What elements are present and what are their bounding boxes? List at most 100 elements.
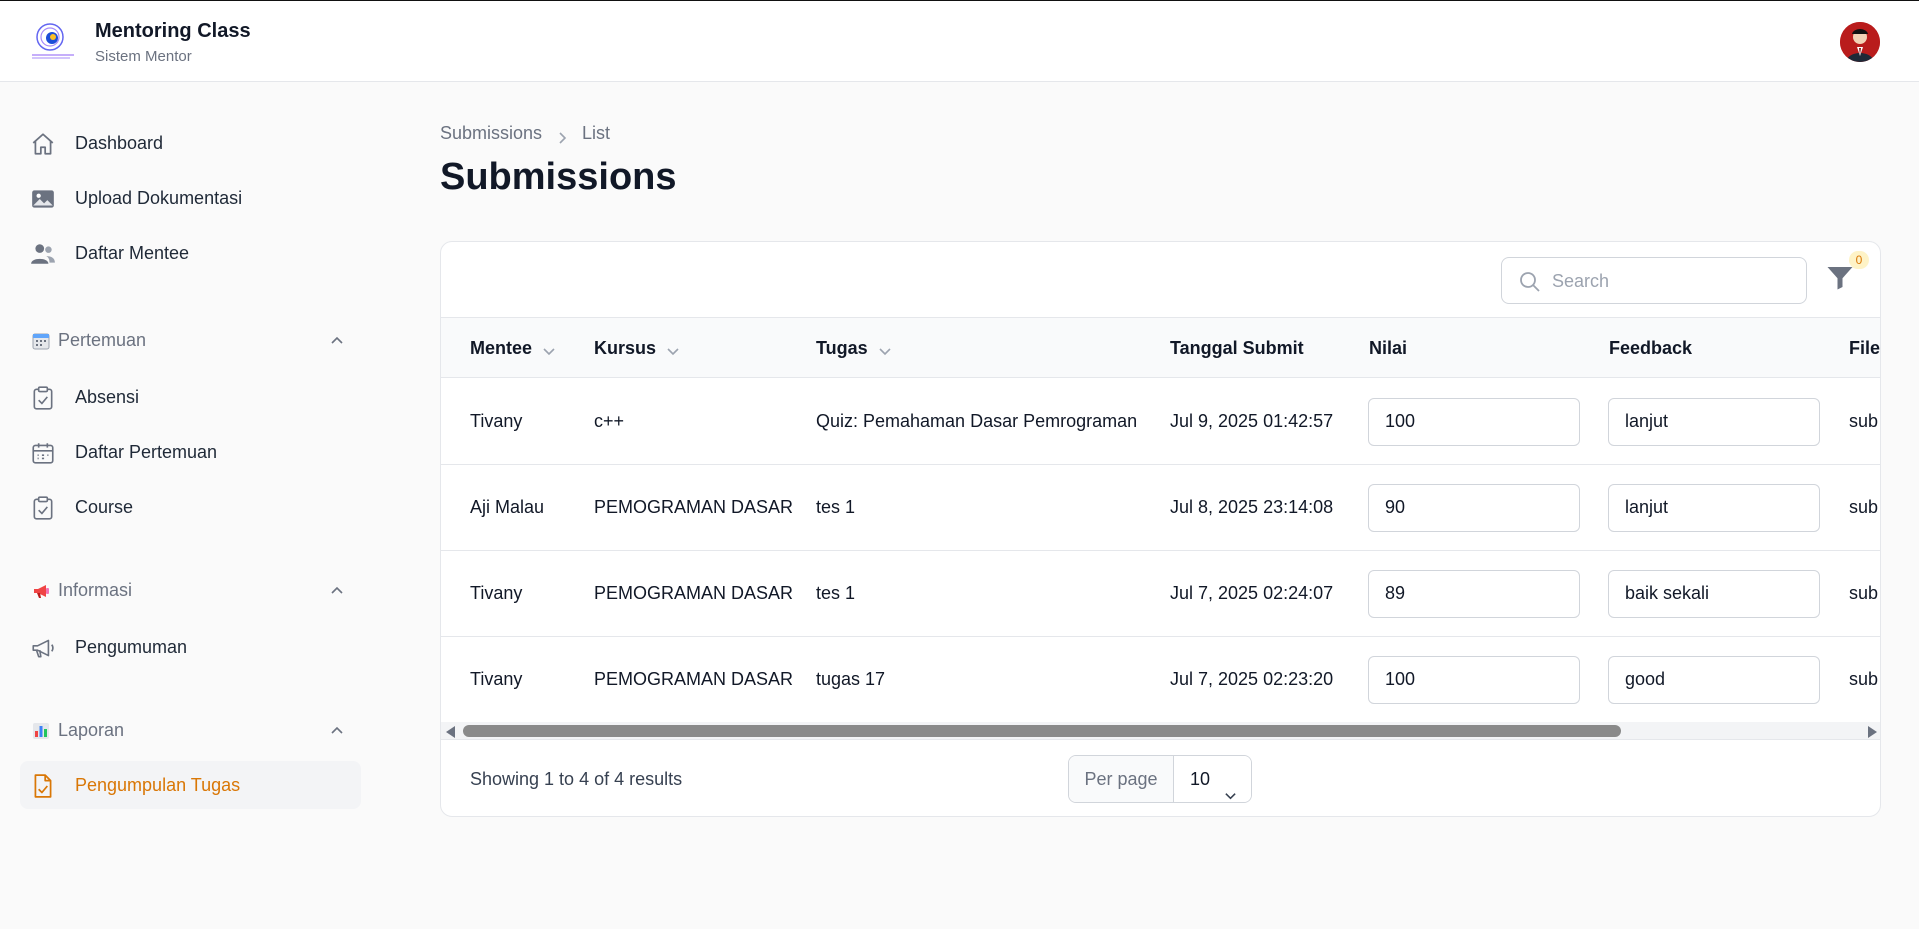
sidebar-item-pengumpulan-tugas[interactable]: Pengumpulan Tugas xyxy=(20,761,361,809)
cell-kursus: PEMOGRAMAN DASAR xyxy=(594,497,794,517)
cell-kursus: PEMOGRAMAN DASAR xyxy=(594,583,794,603)
sidebar-item-label: Pengumpulan Tugas xyxy=(75,775,241,795)
nilai-input[interactable]: 89 xyxy=(1368,570,1580,618)
cell-mentee: Tivany xyxy=(470,411,523,431)
scrollbar-thumb[interactable] xyxy=(463,725,1621,737)
column-header-kursus[interactable]: Kursus xyxy=(594,338,680,359)
cell-kursus: c++ xyxy=(594,411,625,431)
sidebar-item-upload-dokumentasi[interactable]: Upload Dokumentasi xyxy=(20,174,361,222)
app-title: Mentoring Class xyxy=(95,20,251,42)
cell-tugas: tes 1 xyxy=(816,497,856,517)
sidebar-group-informasi[interactable]: Informasi xyxy=(30,579,350,603)
search-field[interactable] xyxy=(1501,257,1807,304)
cell-file[interactable]: sub xyxy=(1849,411,1878,432)
chevron-up-icon[interactable] xyxy=(330,334,344,348)
cell-tugas: Quiz: Pemahaman Dasar Pemrograman xyxy=(816,411,1138,431)
cell-tanggal-submit: Jul 9, 2025 01:42:57 xyxy=(1170,411,1334,431)
breadcrumb-current: List xyxy=(582,123,611,143)
search-input[interactable] xyxy=(1552,268,1792,294)
sidebar-item-label: Daftar Pertemuan xyxy=(75,442,218,462)
sidebar-group-laporan[interactable]: Laporan xyxy=(30,719,350,743)
page-title: Submissions xyxy=(440,156,677,198)
sidebar-item-daftar-pertemuan[interactable]: Daftar Pertemuan xyxy=(20,428,361,476)
feedback-input[interactable]: lanjut xyxy=(1608,484,1820,532)
calendar-emoji-icon xyxy=(32,332,50,350)
scroll-right-icon[interactable] xyxy=(1868,726,1877,738)
sidebar-group-pertemuan[interactable]: Pertemuan xyxy=(30,329,350,353)
sidebar-item-pengumuman[interactable]: Pengumuman xyxy=(20,623,361,671)
scroll-left-icon[interactable] xyxy=(446,726,455,738)
horizontal-scrollbar[interactable] xyxy=(441,722,1880,740)
column-header-tanggal-submit: Tanggal Submit xyxy=(1170,338,1304,359)
table-header: Mentee Kursus Tugas Tanggal Submit Nilai… xyxy=(441,317,1881,378)
table-row[interactable]: Tivany PEMOGRAMAN DASAR tes 1 Jul 7, 202… xyxy=(441,551,1880,637)
breadcrumb-link[interactable]: Submissions xyxy=(440,123,542,144)
top-bar: Mentoring Class Sistem Mentor xyxy=(0,0,1919,82)
megaphone-emoji-icon xyxy=(32,582,50,600)
column-label: Feedback xyxy=(1609,338,1693,358)
app-subtitle: Sistem Mentor xyxy=(95,48,192,65)
cell-tanggal-submit: Jul 8, 2025 23:14:08 xyxy=(1170,497,1334,517)
calendar-icon xyxy=(30,440,56,466)
sidebar-item-dashboard[interactable]: Dashboard xyxy=(20,119,361,167)
chevron-up-icon[interactable] xyxy=(330,724,344,738)
cell-file[interactable]: sub xyxy=(1849,497,1878,518)
chevron-down-icon xyxy=(878,342,892,356)
feedback-input[interactable]: good xyxy=(1608,656,1820,704)
cell-mentee: Tivany xyxy=(470,669,523,689)
clipboard-check-icon xyxy=(30,385,56,411)
cell-tugas: tugas 17 xyxy=(816,669,886,689)
chevron-down-icon xyxy=(1224,773,1237,800)
table-row[interactable]: Aji Malau PEMOGRAMAN DASAR tes 1 Jul 8, … xyxy=(441,465,1880,551)
per-page-label: Per page xyxy=(1069,756,1174,802)
sidebar-item-label: Daftar Mentee xyxy=(75,243,190,263)
sidebar-item-label: Dashboard xyxy=(75,133,164,153)
sidebar-group-label: Pertemuan xyxy=(58,330,147,350)
column-header-mentee[interactable]: Mentee xyxy=(470,338,556,359)
search-icon xyxy=(1519,271,1541,293)
filter-count-badge: 0 xyxy=(1849,251,1869,269)
clipboard-check-icon xyxy=(30,495,56,521)
nilai-input[interactable]: 100 xyxy=(1368,398,1580,446)
nilai-input[interactable]: 100 xyxy=(1368,656,1580,704)
cell-mentee: Aji Malau xyxy=(470,497,545,517)
sidebar-item-label: Upload Dokumentasi xyxy=(75,188,243,208)
user-avatar[interactable] xyxy=(1840,22,1880,62)
table-row[interactable]: Tivany c++ Quiz: Pemahaman Dasar Pemrogr… xyxy=(441,379,1880,465)
per-page-dropdown[interactable]: 10 xyxy=(1174,756,1251,802)
cell-kursus: PEMOGRAMAN DASAR xyxy=(594,669,794,689)
feedback-input[interactable]: baik sekali xyxy=(1608,570,1820,618)
column-header-tugas[interactable]: Tugas xyxy=(816,338,892,359)
chevron-right-icon xyxy=(556,128,568,144)
nilai-input[interactable]: 90 xyxy=(1368,484,1580,532)
sidebar-group-label: Informasi xyxy=(58,580,133,600)
column-label: File xyxy=(1849,338,1881,358)
column-label: Kursus xyxy=(594,338,657,358)
column-label: Tugas xyxy=(816,338,868,358)
column-label: Tanggal Submit xyxy=(1170,338,1304,358)
sidebar-item-absensi[interactable]: Absensi xyxy=(20,373,361,421)
users-icon xyxy=(30,241,56,267)
table-row[interactable]: Tivany PEMOGRAMAN DASAR tugas 17 Jul 7, … xyxy=(441,637,1880,723)
column-label: Mentee xyxy=(470,338,533,358)
sidebar-item-course[interactable]: Course xyxy=(20,483,361,531)
column-label: Nilai xyxy=(1369,338,1408,358)
feedback-input[interactable]: lanjut xyxy=(1608,398,1820,446)
document-check-icon xyxy=(30,773,56,799)
column-header-feedback: Feedback xyxy=(1609,338,1692,359)
submissions-table-card: 0 Mentee Kursus Tugas Tanggal Submit Nil… xyxy=(440,241,1881,817)
per-page-select[interactable]: Per page 10 xyxy=(1068,755,1252,803)
bar-chart-emoji-icon xyxy=(32,722,50,740)
sidebar: Dashboard Upload Dokumentasi Daftar Ment… xyxy=(0,83,380,929)
cell-tugas: tes 1 xyxy=(816,583,856,603)
pagination-summary: Showing 1 to 4 of 4 results xyxy=(470,769,683,789)
filter-icon xyxy=(1827,267,1853,290)
chevron-up-icon[interactable] xyxy=(330,584,344,598)
cell-file[interactable]: sub xyxy=(1849,669,1878,690)
sidebar-item-daftar-mentee[interactable]: Daftar Mentee xyxy=(20,229,361,277)
cell-mentee: Tivany xyxy=(470,583,523,603)
chevron-down-icon xyxy=(542,342,556,356)
cell-tanggal-submit: Jul 7, 2025 02:24:07 xyxy=(1170,583,1334,603)
app-logo[interactable] xyxy=(30,19,78,63)
cell-file[interactable]: sub xyxy=(1849,583,1878,604)
